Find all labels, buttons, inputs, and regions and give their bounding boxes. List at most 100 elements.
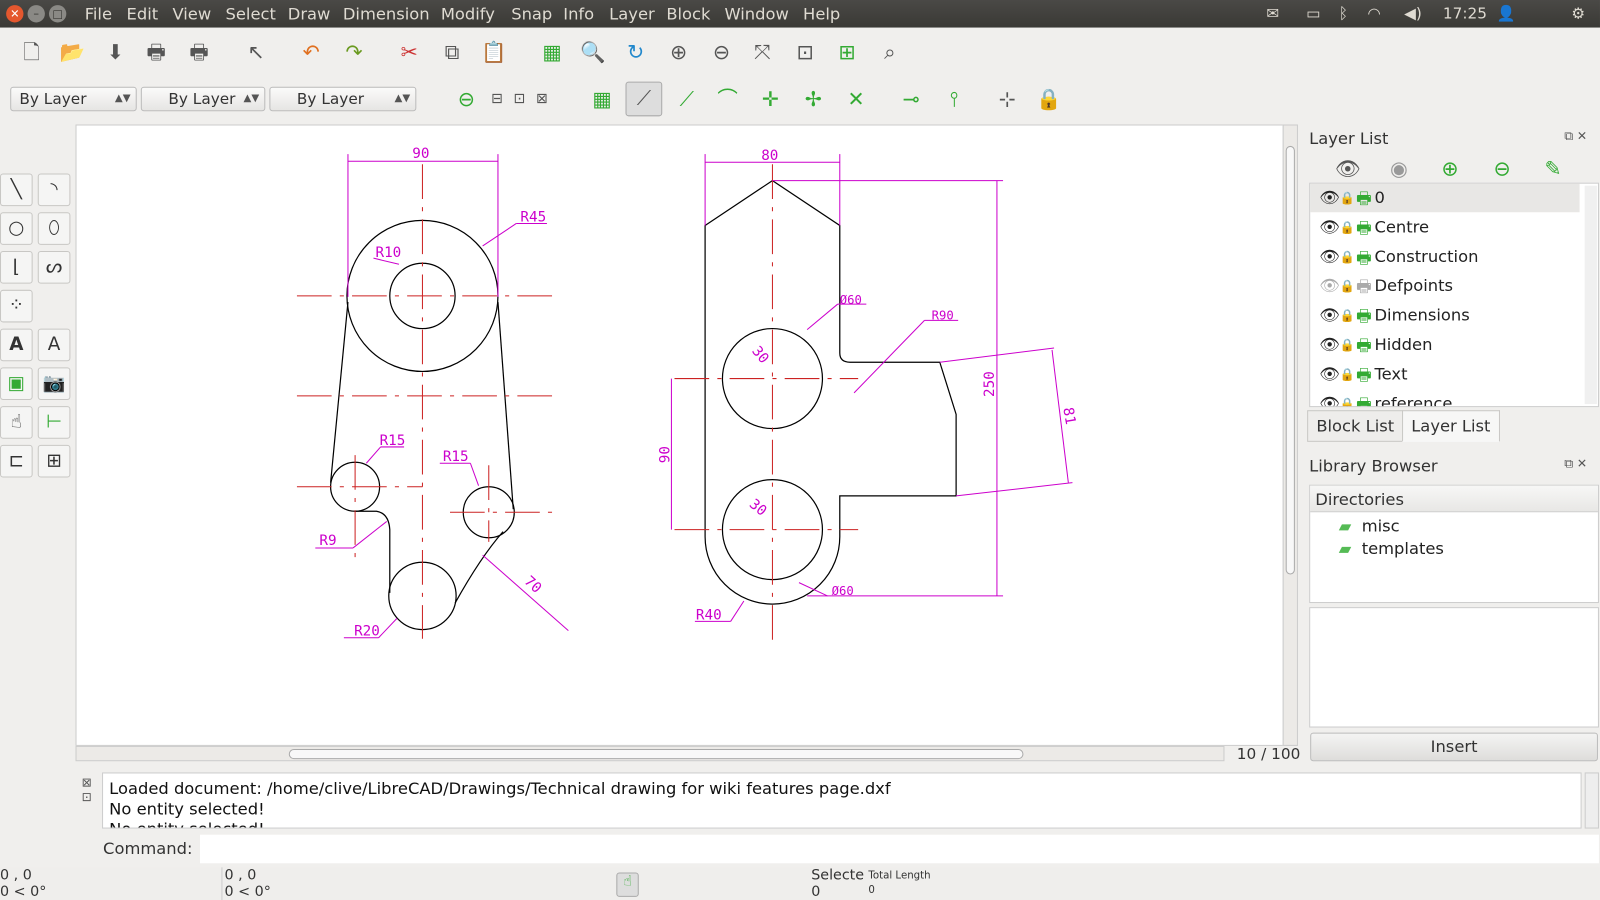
hide-all-layers-icon[interactable]: ◉ [1384,153,1415,184]
layer-list-scrollbar[interactable] [1584,185,1597,405]
snap-middle-icon[interactable]: ✢ [798,84,829,115]
vertical-scrollbar[interactable] [1282,124,1298,746]
circle-tool-icon[interactable]: ○ [0,212,33,245]
zoom-window-icon[interactable]: ⊞ [832,37,863,68]
modify-tool-icon[interactable]: ⊞ [37,444,71,478]
block-tool-icon[interactable]: ⊏ [0,444,33,478]
tab-block-list[interactable]: Block List [1307,410,1404,442]
add-layer-icon[interactable]: ⊕ [1435,153,1466,184]
open-folder-icon[interactable]: 📂 [57,37,88,68]
show-all-layers-icon[interactable]: 👁 [1333,153,1364,184]
lock-icon[interactable]: 🔒 [1340,279,1355,293]
zoom-in-icon[interactable]: ⊕ [663,37,694,68]
remove-layer-icon[interactable]: ⊖ [1487,153,1518,184]
grid-icon[interactable]: ▦ [537,37,568,68]
arc-tool-icon[interactable]: ◝ [37,173,71,207]
printer-icon[interactable]: 🖶 [1356,217,1371,241]
drawing-canvas[interactable]: 90 R45 R10 R15 R15 R9 70 R20 80 Ø60 R90 … [75,124,1284,746]
dir-templates[interactable]: ▰ templates [1339,539,1444,558]
layer-row[interactable]: 👁 🔒 🖶 Text [1311,360,1578,389]
redo-icon[interactable]: ↷ [339,37,370,68]
menu-draw[interactable]: Draw [288,4,331,23]
point-tool-icon[interactable]: ⁘ [0,289,33,323]
layer-row[interactable]: 👁 🔒 🖶 0 [1311,184,1578,213]
lock-icon[interactable]: 🔒 [1340,338,1355,352]
eye-icon[interactable]: 👁 [1319,305,1340,324]
menu-file[interactable]: File [85,4,112,23]
text-tool-icon[interactable]: A [0,328,33,362]
command-input[interactable] [199,834,1599,864]
snap-center-icon[interactable]: ✛ [755,84,786,115]
line-tool-icon[interactable]: ╲ [0,173,33,207]
bluetooth-icon[interactable]: ᛒ [1339,4,1348,22]
eye-icon[interactable]: 👁 [1319,393,1340,406]
cut-icon[interactable]: ✂ [394,37,425,68]
eye-icon[interactable]: 👁 [1319,217,1340,236]
panel-float-close-icons[interactable]: ⧉ ✕ [1564,129,1587,144]
spline-tool-icon[interactable]: ᔕ [37,251,71,284]
lock-icon[interactable]: 🔒 [1340,250,1355,264]
tab-layer-list[interactable]: Layer List [1402,410,1500,442]
snap-exclusive-icon[interactable]: ⊖ [451,84,482,115]
menu-help[interactable]: Help [803,4,840,23]
new-file-icon[interactable]: 🗋 [16,37,47,68]
menu-snap[interactable]: Snap [511,4,552,23]
select-tool-icon[interactable]: ☝ [0,406,33,439]
lock-icon[interactable]: 🔒 [1340,367,1355,381]
menu-modify[interactable]: Modify [441,4,495,23]
snap-entity-icon[interactable]: ⌒ [712,84,743,115]
menu-select[interactable]: Select [226,4,276,23]
library-float-close-icons[interactable]: ⧉ ✕ [1564,456,1587,471]
restrict-vertical-icon[interactable]: ⫯ [939,84,970,115]
eye-icon[interactable]: 👁 [1319,188,1340,207]
lock-relative-zero-icon[interactable]: 🔒 [1034,84,1065,115]
volume-icon[interactable]: ◀) [1404,4,1422,22]
printer-icon[interactable]: 🖶 [1356,276,1371,300]
menu-edit[interactable]: Edit [127,4,159,23]
layer-row[interactable]: 👁 🔒 🖶 Construction [1311,242,1578,271]
eye-icon[interactable]: 👁 [1319,335,1340,354]
snap-grid-icon[interactable]: ▦ [587,84,618,115]
zoom-out-icon[interactable]: ⊖ [706,37,737,68]
horizontal-scrollbar[interactable] [75,745,1225,762]
menu-view[interactable]: View [172,4,211,23]
edit-layer-icon[interactable]: ✎ [1538,153,1569,184]
print-preview-icon[interactable]: 🖶 [184,37,215,68]
linewidth-select[interactable]: By Layer ▲▼ [269,86,417,112]
eye-icon[interactable]: 👁 [1319,364,1340,383]
printer-icon[interactable]: 🖶 [1356,335,1371,359]
zoom-page-icon[interactable]: 🔍 [578,37,609,68]
zoom-previous-icon[interactable]: ⊡ [790,37,821,68]
image-tool-icon[interactable]: 📷 [37,367,71,400]
layer-row[interactable]: 👁 🔒 🖶 Centre [1311,213,1578,242]
restrict-horizontal-icon[interactable]: ⊸ [896,84,927,115]
zoom-auto-icon[interactable]: ⤧ [747,37,778,68]
settings-gear-icon[interactable]: ⚙ [1571,4,1585,22]
mtext-tool-icon[interactable]: A [37,328,71,362]
mouse-hand-icon[interactable]: ☝ [616,872,639,897]
minimize-window-button[interactable]: – [27,5,45,23]
linetype-select[interactable]: By Layer ▲▼ [140,86,266,112]
menu-window[interactable]: Window [724,4,788,23]
relative-zero-icon[interactable]: ⊹ [992,84,1023,115]
vertical-scroll-thumb[interactable] [1285,145,1295,575]
snap-endpoint-icon[interactable]: ⟋ [671,84,702,115]
select-pointer-icon[interactable]: ↖ [241,37,272,68]
layer-row[interactable]: 👁 🔒 🖶 Dimensions [1311,301,1578,330]
print-icon[interactable]: 🖶 [141,37,172,68]
printer-icon[interactable]: 🖶 [1356,364,1371,388]
console-close-icon[interactable]: ⊠ ⊡ [82,776,92,805]
user-icon[interactable]: 👤 [1497,4,1516,22]
wifi-icon[interactable]: ◠ [1367,4,1380,22]
menu-layer[interactable]: Layer [609,4,655,23]
eye-icon[interactable]: 👁 [1319,247,1340,266]
snap-restrict-none-icon[interactable]: ⊠ [527,84,558,115]
insert-button[interactable]: Insert [1310,732,1598,762]
menu-dimension[interactable]: Dimension [343,4,430,23]
mail-icon[interactable]: ✉ [1266,4,1279,22]
dimension-tool-icon[interactable]: ⊢ [37,406,71,439]
ellipse-tool-icon[interactable]: ⬯ [37,212,71,245]
clock[interactable]: 17:25 [1443,4,1487,22]
layer-row[interactable]: 👁 🔒 🖶 reference [1311,389,1578,406]
horizontal-scroll-thumb[interactable] [288,748,1024,760]
